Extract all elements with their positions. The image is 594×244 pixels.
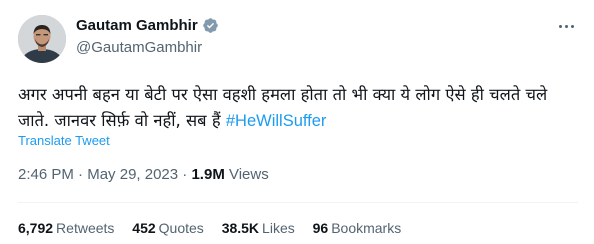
engagement-stats: 6,792 Retweets 452 Quotes 38.5K Likes 96 Boo…: [18, 220, 415, 236]
stat-value: 452: [132, 220, 156, 236]
stat-label: Retweets: [56, 220, 115, 236]
divider: [18, 202, 578, 203]
stat-value: 96: [312, 220, 329, 236]
author-display-name[interactable]: Gautam Gambhir: [76, 17, 198, 34]
stat-retweets[interactable]: 6,792 Retweets: [18, 220, 114, 236]
stat-label: Quotes: [158, 220, 204, 236]
tweet-card: Gautam Gambhir @GautamGambhir अगर अपनी ब…: [0, 0, 594, 244]
avatar[interactable]: [18, 15, 66, 63]
views-count: 1.9M: [191, 166, 225, 183]
stat-quotes[interactable]: 452 Quotes: [132, 220, 204, 236]
stat-label: Bookmarks: [331, 220, 402, 236]
avatar-photo: [18, 15, 66, 63]
tweet-text: अगर अपनी बहन या बेटी पर ऐसा वहशी हमला हो…: [18, 82, 580, 134]
translate-tweet-link[interactable]: Translate Tweet: [18, 133, 110, 148]
stat-value: 6,792: [18, 220, 54, 236]
meta-separator-2: ·: [178, 166, 192, 183]
stat-likes[interactable]: 38.5K Likes: [222, 220, 295, 236]
tweet-date[interactable]: May 29, 2023: [87, 166, 178, 183]
tweet-meta: 2:46 PM · May 29, 2023 · 1.9M Views: [18, 166, 269, 183]
author-handle[interactable]: @GautamGambhir: [76, 39, 219, 56]
stat-value: 38.5K: [221, 220, 260, 236]
stat-label: Likes: [262, 220, 295, 236]
author-info: Gautam Gambhir @GautamGambhir: [76, 15, 219, 56]
meta-separator: ·: [73, 166, 88, 183]
views-label: Views: [224, 166, 269, 183]
more-options-icon[interactable]: [554, 16, 578, 36]
tweet-time[interactable]: 2:46 PM: [18, 166, 74, 183]
verified-badge-icon[interactable]: [202, 17, 219, 34]
stat-bookmarks[interactable]: 96 Bookmarks: [313, 220, 402, 236]
hashtag-link[interactable]: #HeWillSuffer: [226, 112, 327, 130]
